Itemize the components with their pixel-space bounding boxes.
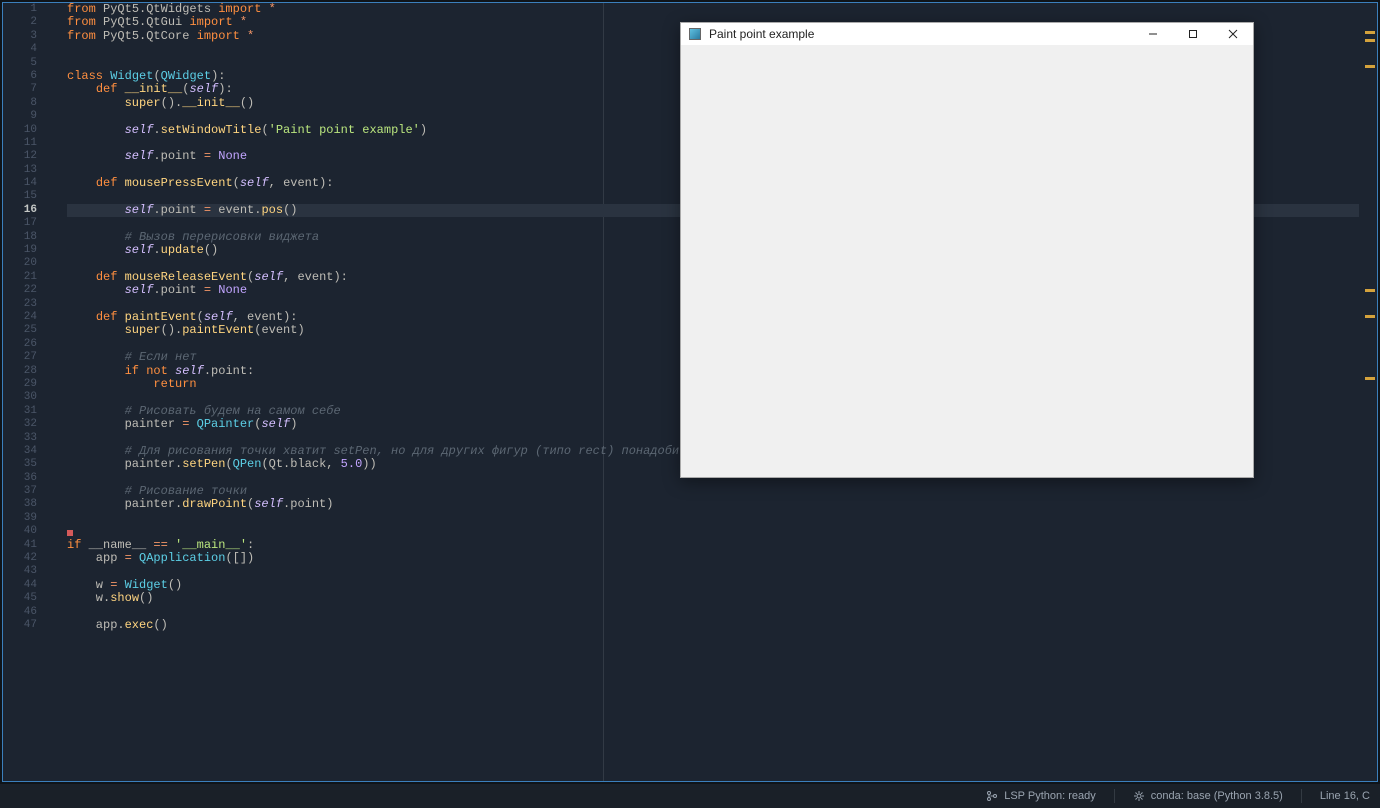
eol-marker xyxy=(67,530,73,536)
line-number[interactable]: 33 xyxy=(3,432,37,445)
app-icon xyxy=(687,26,703,42)
line-number[interactable]: 46 xyxy=(3,606,37,619)
gear-icon xyxy=(1133,790,1145,802)
minimap-mark[interactable] xyxy=(1365,377,1375,380)
status-bar: LSP Python: ready conda: base (Python 3.… xyxy=(0,784,1380,808)
line-number[interactable]: 32 xyxy=(3,418,37,431)
line-number[interactable]: 26 xyxy=(3,338,37,351)
line-number[interactable]: 31 xyxy=(3,405,37,418)
line-number[interactable]: 10 xyxy=(3,124,37,137)
line-number[interactable]: 24 xyxy=(3,311,37,324)
line-number[interactable]: 16 xyxy=(3,204,37,217)
code-line[interactable]: app = QApplication([]) xyxy=(67,552,1359,565)
minimap[interactable] xyxy=(1359,3,1377,781)
line-number[interactable]: 34 xyxy=(3,445,37,458)
line-number[interactable]: 38 xyxy=(3,498,37,511)
line-number[interactable]: 22 xyxy=(3,284,37,297)
line-number[interactable]: 36 xyxy=(3,472,37,485)
line-number[interactable]: 41 xyxy=(3,539,37,552)
line-number[interactable]: 3 xyxy=(3,30,37,43)
line-number[interactable]: 27 xyxy=(3,351,37,364)
minimap-mark[interactable] xyxy=(1365,39,1375,42)
app-body[interactable] xyxy=(681,45,1253,477)
line-number[interactable]: 9 xyxy=(3,110,37,123)
status-lsp[interactable]: LSP Python: ready xyxy=(986,790,1096,802)
status-lsp-text: LSP Python: ready xyxy=(1004,790,1096,802)
line-number[interactable]: 12 xyxy=(3,150,37,163)
status-conda[interactable]: conda: base (Python 3.8.5) xyxy=(1133,790,1283,802)
status-separator xyxy=(1301,789,1302,803)
line-number[interactable]: 23 xyxy=(3,298,37,311)
line-number[interactable]: 8 xyxy=(3,97,37,110)
line-number[interactable]: 2 xyxy=(3,16,37,29)
line-number[interactable]: 28 xyxy=(3,365,37,378)
status-separator xyxy=(1114,789,1115,803)
line-number[interactable]: 47 xyxy=(3,619,37,632)
line-number[interactable]: 37 xyxy=(3,485,37,498)
maximize-button[interactable] xyxy=(1173,23,1213,45)
line-number-gutter[interactable]: 1234567891011121314151617181920212223242… xyxy=(3,3,43,781)
close-button[interactable] xyxy=(1213,23,1253,45)
line-number[interactable]: 44 xyxy=(3,579,37,592)
line-number[interactable]: 1 xyxy=(3,3,37,16)
app-window[interactable]: Paint point example xyxy=(680,22,1254,478)
minimap-mark[interactable] xyxy=(1365,65,1375,68)
code-line[interactable]: from PyQt5.QtWidgets import * xyxy=(67,3,1359,16)
line-number[interactable]: 14 xyxy=(3,177,37,190)
line-number[interactable]: 29 xyxy=(3,378,37,391)
line-number[interactable]: 20 xyxy=(3,257,37,270)
line-number[interactable]: 25 xyxy=(3,324,37,337)
status-position[interactable]: Line 16, C xyxy=(1320,790,1370,802)
line-number[interactable]: 21 xyxy=(3,271,37,284)
line-number[interactable]: 19 xyxy=(3,244,37,257)
line-number[interactable]: 43 xyxy=(3,565,37,578)
line-number[interactable]: 7 xyxy=(3,83,37,96)
line-number[interactable]: 40 xyxy=(3,525,37,538)
status-conda-text: conda: base (Python 3.8.5) xyxy=(1151,790,1283,802)
line-number[interactable]: 11 xyxy=(3,137,37,150)
minimap-mark[interactable] xyxy=(1365,289,1375,292)
code-line[interactable]: # Рисование точки xyxy=(67,485,1359,498)
minimap-mark[interactable] xyxy=(1365,31,1375,34)
code-line[interactable]: if __name__ == '__main__': xyxy=(67,539,1359,552)
line-number[interactable]: 6 xyxy=(3,70,37,83)
code-line[interactable] xyxy=(67,606,1359,619)
minimize-button[interactable] xyxy=(1133,23,1173,45)
line-number[interactable]: 39 xyxy=(3,512,37,525)
line-number[interactable]: 45 xyxy=(3,592,37,605)
code-line[interactable]: painter.drawPoint(self.point) xyxy=(67,498,1359,511)
line-number[interactable]: 30 xyxy=(3,391,37,404)
code-line[interactable] xyxy=(67,565,1359,578)
code-line[interactable]: app.exec() xyxy=(67,619,1359,632)
app-titlebar[interactable]: Paint point example xyxy=(681,23,1253,45)
code-line[interactable]: w.show() xyxy=(67,592,1359,605)
app-title: Paint point example xyxy=(709,27,1133,41)
line-number[interactable]: 13 xyxy=(3,164,37,177)
line-number[interactable]: 18 xyxy=(3,231,37,244)
line-number[interactable]: 35 xyxy=(3,458,37,471)
line-number[interactable]: 4 xyxy=(3,43,37,56)
line-number[interactable]: 15 xyxy=(3,190,37,203)
line-number[interactable]: 17 xyxy=(3,217,37,230)
branch-icon xyxy=(986,790,998,802)
code-line[interactable] xyxy=(67,525,1359,538)
status-position-text: Line 16, C xyxy=(1320,790,1370,802)
minimap-mark[interactable] xyxy=(1365,315,1375,318)
code-line[interactable]: w = Widget() xyxy=(67,579,1359,592)
code-line[interactable] xyxy=(67,512,1359,525)
line-number[interactable]: 5 xyxy=(3,57,37,70)
line-number[interactable]: 42 xyxy=(3,552,37,565)
